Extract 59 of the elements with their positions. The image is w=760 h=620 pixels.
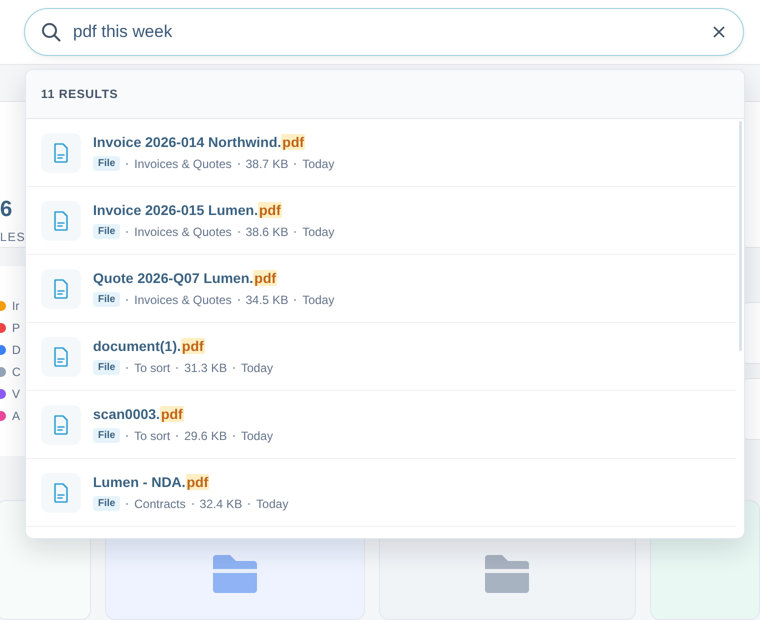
result-item[interactable]: document(1).pdf File To sort 31.3 KB Today [26,323,736,391]
type-tag: File [93,360,120,375]
search-field[interactable]: pdf this week [73,20,699,44]
result-title: Invoice 2026-015 Lumen.pdf [93,202,283,218]
result-size: 34.5 KB [246,292,288,306]
legend-label: Ir [12,299,20,313]
result-size: 31.3 KB [184,360,227,374]
result-date: Today [256,496,288,510]
legend-label: D [12,343,21,357]
type-tag: File [93,496,120,511]
result-folder: Invoices & Quotes [134,292,232,306]
type-tag: File [93,156,120,171]
result-size: 32.4 KB [200,496,242,510]
result-folder: Contracts [134,496,186,510]
result-folder: Invoices & Quotes [134,156,232,170]
result-size: 38.6 KB [246,224,288,238]
result-title: document(1).pdf [93,338,206,354]
result-date: Today [240,360,273,374]
scrollbar[interactable] [739,121,742,351]
close-icon [713,26,725,38]
legend-label: C [12,365,21,379]
result-folder: To sort [134,428,170,442]
document-icon [53,278,69,298]
result-item[interactable]: Invoice 2026-014 Northwind.pdf File Invoices & Quotes 38.7 KB Today [26,119,736,187]
result-item[interactable]: Invoice 2026-015 Lumen.pdf File Invoices & Quotes 38.6 KB Today [26,187,736,255]
result-folder: Invoices & Quotes [134,224,232,238]
legend-label: V [12,387,20,401]
document-icon [53,142,69,162]
type-tag: File [93,428,120,443]
stat-label: LES [0,230,26,244]
result-folder: To sort [134,360,170,374]
document-icon [53,414,69,434]
result-date: Today [302,156,334,170]
folder-icon [212,553,258,593]
search-icon [41,22,61,42]
folder-icon [484,553,530,593]
result-title: Quote 2026-Q07 Lumen.pdf [93,270,278,286]
type-tag: File [93,224,120,239]
stat-value: 6 [0,196,12,222]
close-button[interactable] [711,24,727,40]
results-count: 11 RESULTS [41,87,118,101]
legend-label: A [12,409,20,423]
legend-label: P [12,321,20,335]
document-icon [53,210,69,230]
result-item[interactable]: scan0003.pdf File To sort 29.6 KB Today [26,391,736,459]
result-date: Today [302,224,334,238]
result-title: Lumen - NDA.pdf [93,474,210,490]
result-item[interactable]: Lumen - NDA.pdf File Contracts 32.4 KB Today [26,459,736,527]
result-title: Invoice 2026-014 Northwind.pdf [93,134,306,150]
result-date: Today [240,428,273,442]
result-item[interactable]: Quote 2026-Q07 Lumen.pdf File Invoices & Quotes 34.5 KB Today [26,255,736,323]
type-tag: File [93,292,120,307]
result-title: scan0003.pdf [93,406,185,422]
result-size: 38.7 KB [246,156,288,170]
document-icon [53,346,69,366]
result-date: Today [302,292,334,306]
search-bar[interactable]: pdf this week [24,8,744,56]
document-icon [53,482,69,502]
result-size: 29.6 KB [184,428,227,442]
